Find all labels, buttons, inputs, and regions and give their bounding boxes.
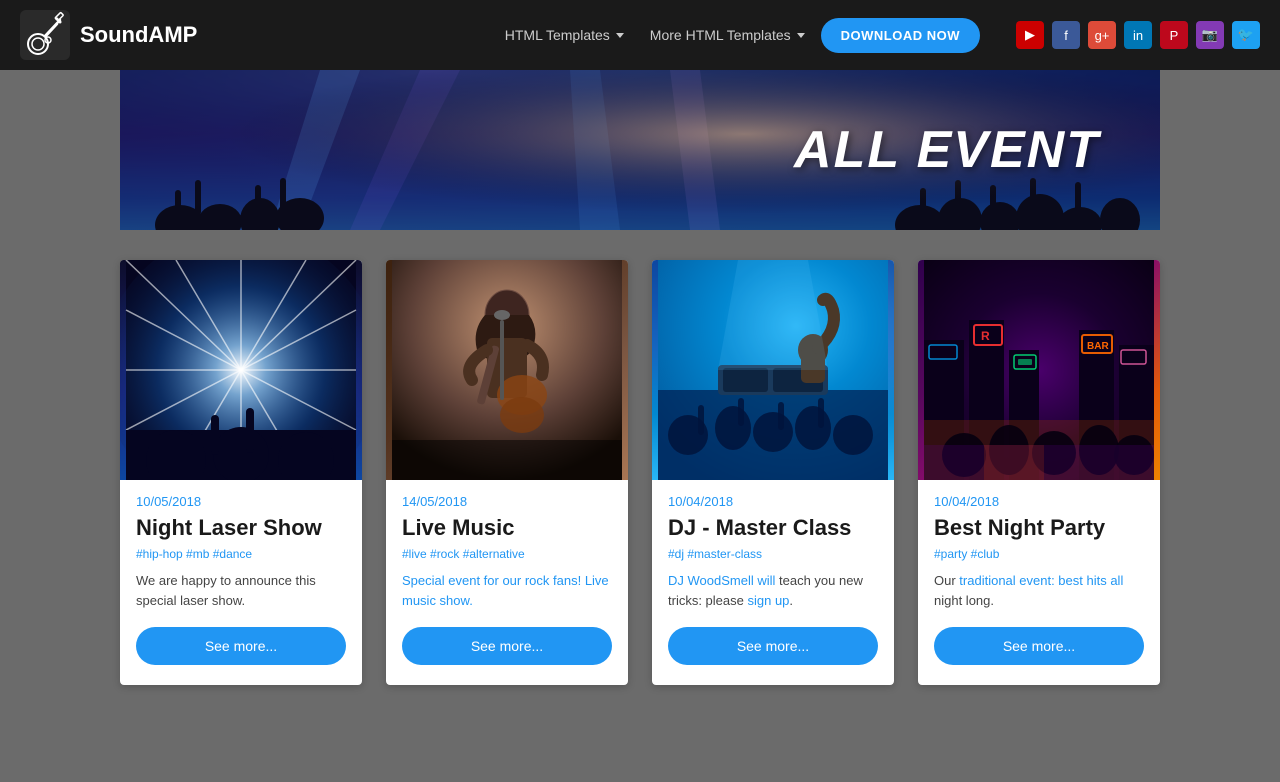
brand-name: SoundAMP: [80, 22, 197, 48]
nav-menu: HTML Templates More HTML Templates DOWNL…: [495, 18, 980, 53]
live-music-svg: [386, 260, 628, 480]
googleplus-icon[interactable]: g+: [1088, 21, 1116, 49]
card-1-desc: We are happy to announce this special la…: [136, 571, 346, 611]
nav-html-templates[interactable]: HTML Templates: [495, 21, 634, 49]
card-3-date: 10/04/2018: [668, 494, 878, 509]
card-4-see-more-button[interactable]: See more...: [934, 627, 1144, 665]
hero-title: ALL EVENT: [794, 120, 1100, 180]
live-music-image: [386, 260, 628, 480]
card-1-title: Night Laser Show: [136, 515, 346, 541]
navbar: SoundAMP HTML Templates More HTML Templa…: [0, 0, 1280, 70]
facebook-icon[interactable]: f: [1052, 21, 1080, 49]
card-3-see-more-button[interactable]: See more...: [668, 627, 878, 665]
linkedin-icon[interactable]: in: [1124, 21, 1152, 49]
card-2-date: 14/05/2018: [402, 494, 612, 509]
twitter-icon[interactable]: 🐦: [1232, 21, 1260, 49]
event-card-2: 14/05/2018 Live Music #live #rock #alter…: [386, 260, 628, 685]
card-1-body: 10/05/2018 Night Laser Show #hip-hop #mb…: [120, 480, 362, 685]
dj-masterclass-svg: [652, 260, 894, 480]
instagram-icon[interactable]: 📷: [1196, 21, 1224, 49]
card-3-body: 10/04/2018 DJ - Master Class #dj #master…: [652, 480, 894, 685]
card-3-title: DJ - Master Class: [668, 515, 878, 541]
guitar-icon: [20, 10, 70, 60]
laser-show-image: [120, 260, 362, 480]
youtube-icon[interactable]: ▶: [1016, 21, 1044, 49]
hero-banner: ALL EVENT: [120, 70, 1160, 230]
brand-logo[interactable]: SoundAMP: [20, 10, 197, 60]
events-grid: 10/05/2018 Night Laser Show #hip-hop #mb…: [120, 260, 1160, 685]
laser-show-svg: [120, 260, 362, 480]
event-card-1: 10/05/2018 Night Laser Show #hip-hop #mb…: [120, 260, 362, 685]
card-4-date: 10/04/2018: [934, 494, 1144, 509]
card-1-see-more-button[interactable]: See more...: [136, 627, 346, 665]
card-2-desc: Special event for our rock fans! Live mu…: [402, 571, 612, 611]
card-1-tags: #hip-hop #mb #dance: [136, 547, 346, 561]
svg-text:R: R: [981, 329, 990, 343]
night-party-image: R BAR: [918, 260, 1160, 480]
card-4-desc: Our traditional event: best hits all nig…: [934, 571, 1144, 611]
event-card-3: 10/04/2018 DJ - Master Class #dj #master…: [652, 260, 894, 685]
social-icons-group: ▶ f g+ in P 📷 🐦: [1016, 21, 1260, 49]
card-3-tags: #dj #master-class: [668, 547, 878, 561]
card-4-tags: #party #club: [934, 547, 1144, 561]
dj-masterclass-image: [652, 260, 894, 480]
card-2-see-more-button[interactable]: See more...: [402, 627, 612, 665]
night-party-svg: R BAR: [918, 260, 1160, 480]
dropdown-caret-1: [616, 33, 624, 38]
card-1-date: 10/05/2018: [136, 494, 346, 509]
nav-more-html-templates[interactable]: More HTML Templates: [640, 21, 815, 49]
card-2-body: 14/05/2018 Live Music #live #rock #alter…: [386, 480, 628, 685]
pinterest-icon[interactable]: P: [1160, 21, 1188, 49]
card-4-body: 10/04/2018 Best Night Party #party #club…: [918, 480, 1160, 685]
svg-text:BAR: BAR: [1087, 341, 1109, 352]
card-2-tags: #live #rock #alternative: [402, 547, 612, 561]
card-4-title: Best Night Party: [934, 515, 1144, 541]
event-card-4: R BAR: [918, 260, 1160, 685]
card-2-title: Live Music: [402, 515, 612, 541]
dropdown-caret-2: [797, 33, 805, 38]
download-button[interactable]: DOWNLOAD NOW: [821, 18, 980, 53]
card-3-desc: DJ WoodSmell will teach you new tricks: …: [668, 571, 878, 611]
